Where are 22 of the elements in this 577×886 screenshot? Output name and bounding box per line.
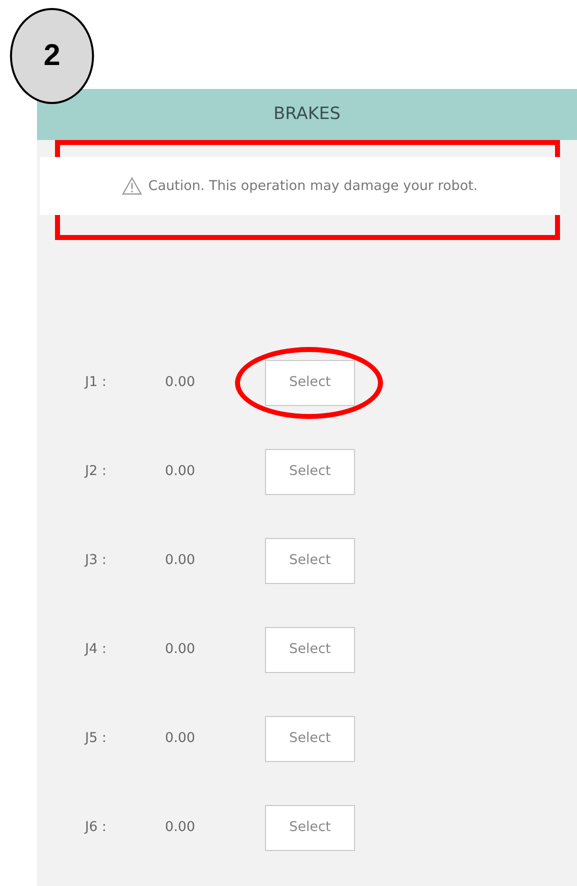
joint-label: J6 :: [83, 818, 108, 838]
select-button[interactable]: Select: [265, 716, 355, 762]
joint-label: J4 :: [83, 640, 108, 660]
select-button[interactable]: Select: [265, 538, 355, 584]
select-button[interactable]: Select: [265, 804, 355, 850]
joint-label: J5 :: [83, 729, 108, 748]
joint-label: J2 :: [83, 462, 108, 482]
joint-value: 0.00: [165, 729, 196, 748]
caution-text: Caution. This operation may damage your robot.: [148, 176, 478, 196]
joint-label: J1 :: [83, 373, 108, 392]
joint-value: 0.00: [165, 818, 196, 838]
joint-value: 0.00: [165, 551, 196, 570]
step-number-circle: 2: [10, 8, 94, 104]
select-button[interactable]: Select: [265, 626, 355, 672]
select-button[interactable]: Select: [265, 360, 355, 406]
joint-value: 0.00: [165, 640, 196, 660]
joint-value: 0.00: [165, 462, 196, 482]
panel-title: BRAKES: [273, 102, 341, 126]
select-button[interactable]: Select: [265, 448, 355, 494]
joint-value: 0.00: [165, 373, 196, 392]
joint-label: J3 :: [83, 551, 108, 570]
warning-icon: [122, 177, 142, 195]
